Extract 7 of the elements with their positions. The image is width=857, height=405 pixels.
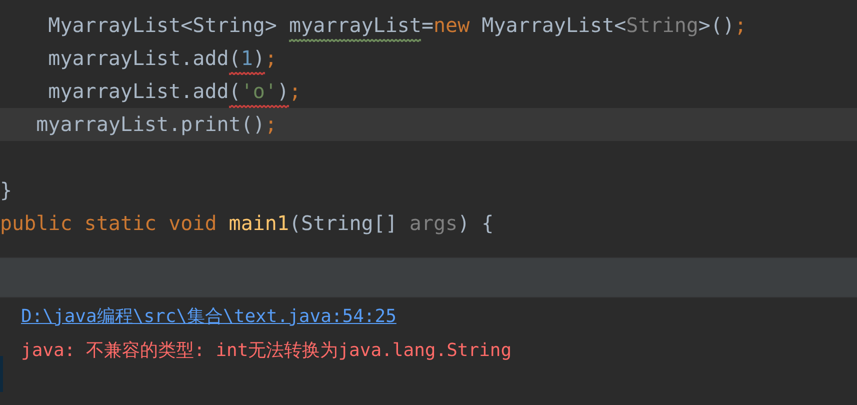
- code-line: public static void main1(String[] args) {: [0, 210, 495, 237]
- code-line: }: [0, 177, 14, 204]
- code-line: MyarrayList<String> myarrayList=new MyarrayList<String>();: [0, 9, 857, 42]
- error-message: java: 不兼容的类型: int无法转换为java.lang.String: [21, 339, 512, 363]
- code-line: myarrayList.add('o');: [0, 75, 857, 108]
- file-link[interactable]: D:\java编程\src\集合\text.java:54:25: [21, 304, 396, 330]
- code-line: myarrayList.add(1);: [0, 42, 857, 75]
